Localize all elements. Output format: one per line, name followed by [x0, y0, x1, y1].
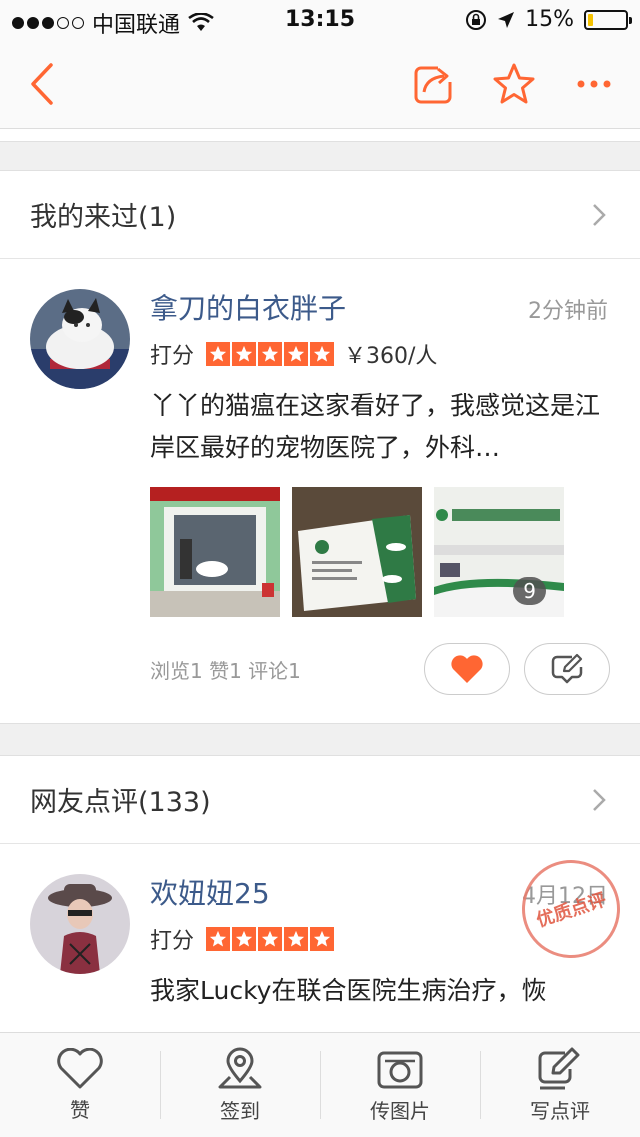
review-stats: 浏览1 赞1 评论1 [150, 658, 301, 683]
my-visits-header[interactable]: 我的来过(1) [0, 171, 640, 259]
comment-edit-icon [551, 653, 583, 684]
rating-label: 打分 [150, 929, 195, 954]
rating-star-icon [206, 927, 231, 951]
netizen-review: 欢妞妞25 4月12日 优质点评 打分 我家Lucky在联合医院生病治疗，恢 [0, 844, 640, 1012]
star-rating [206, 342, 335, 366]
rating-star-icon [232, 342, 257, 366]
review-photo[interactable]: 9 [434, 487, 564, 617]
tab-like[interactable]: 赞 [0, 1033, 160, 1137]
star-icon [493, 63, 535, 104]
top-strip [0, 129, 640, 142]
review-photo[interactable] [150, 487, 280, 617]
rating-star-icon [258, 927, 283, 951]
rating-star-icon [232, 927, 257, 951]
stamp-text: 优质点评 [533, 889, 609, 932]
rating-star-icon [258, 342, 283, 366]
photo-count-badge: 9 [513, 577, 546, 605]
status-bar: 中国联通 13:15 15% [0, 0, 640, 40]
like-button[interactable] [424, 643, 510, 695]
share-icon [414, 64, 456, 104]
chevron-right-icon [593, 203, 606, 226]
rating-label: 打分 [150, 344, 195, 369]
more-icon [577, 80, 611, 88]
review-time: 2分钟前 [528, 299, 608, 324]
tab-write-review[interactable]: 写点评 [480, 1033, 640, 1137]
my-visits-section: 我的来过(1) 拿刀的白衣胖子 2分钟前 打分 ￥360/人 丫丫的猫瘟在这家看… [0, 170, 640, 724]
rating-star-icon [284, 342, 309, 366]
netizen-reviews-section: 网友点评(133) 欢妞妞25 4月12日 优质点评 打分 我家Lucky在联合… [0, 755, 640, 1046]
battery-icon [584, 9, 632, 30]
tab-label: 写点评 [530, 1098, 590, 1123]
my-visits-title: 我的来过(1) [30, 202, 177, 233]
avatar[interactable] [30, 874, 130, 974]
edit-icon [538, 1047, 580, 1089]
my-review: 拿刀的白衣胖子 2分钟前 打分 ￥360/人 丫丫的猫瘟在这家看好了，我感觉这是… [0, 259, 640, 697]
netizen-reviews-title: 网友点评(133) [30, 787, 211, 818]
heart-icon [57, 1047, 103, 1088]
favorite-button[interactable] [490, 60, 538, 108]
back-button[interactable] [18, 60, 66, 108]
review-photos: 9 [150, 487, 610, 617]
nav-bar [0, 40, 640, 129]
tab-label: 签到 [220, 1098, 260, 1123]
share-button[interactable] [410, 60, 458, 108]
battery-percent: 15% [525, 7, 574, 32]
rotation-lock-icon [466, 9, 487, 30]
review-text[interactable]: 我家Lucky在联合医院生病治疗，恢 [150, 970, 610, 1012]
bottom-action-bar: 赞 签到 传图片 写点评 [0, 1032, 640, 1137]
rating-star-icon [310, 342, 335, 366]
review-text[interactable]: 丫丫的猫瘟在这家看好了，我感觉这是江岸区最好的宠物医院了，外科… [150, 385, 610, 469]
location-arrow-icon [498, 11, 515, 28]
tab-upload-photo[interactable]: 传图片 [320, 1033, 480, 1137]
rating-star-icon [310, 927, 335, 951]
back-icon [31, 63, 53, 105]
location-pin-icon [218, 1047, 262, 1088]
review-stats-row: 浏览1 赞1 评论1 [150, 641, 610, 697]
rating-star-icon [284, 927, 309, 951]
chevron-right-icon [593, 788, 606, 811]
camera-icon [377, 1051, 423, 1088]
star-rating [206, 927, 335, 951]
tab-checkin[interactable]: 签到 [160, 1033, 320, 1137]
tab-label: 传图片 [370, 1098, 430, 1123]
avatar[interactable] [30, 289, 130, 389]
comment-button[interactable] [524, 643, 610, 695]
more-button[interactable] [570, 60, 618, 108]
netizen-reviews-header[interactable]: 网友点评(133) [0, 756, 640, 844]
rating-star-icon [206, 342, 231, 366]
price-per-person: ￥360/人 [344, 344, 438, 369]
review-photo[interactable] [292, 487, 422, 617]
heart-icon [451, 655, 483, 683]
tab-label: 赞 [70, 1097, 90, 1122]
rating-row: 打分 ￥360/人 [150, 337, 610, 371]
